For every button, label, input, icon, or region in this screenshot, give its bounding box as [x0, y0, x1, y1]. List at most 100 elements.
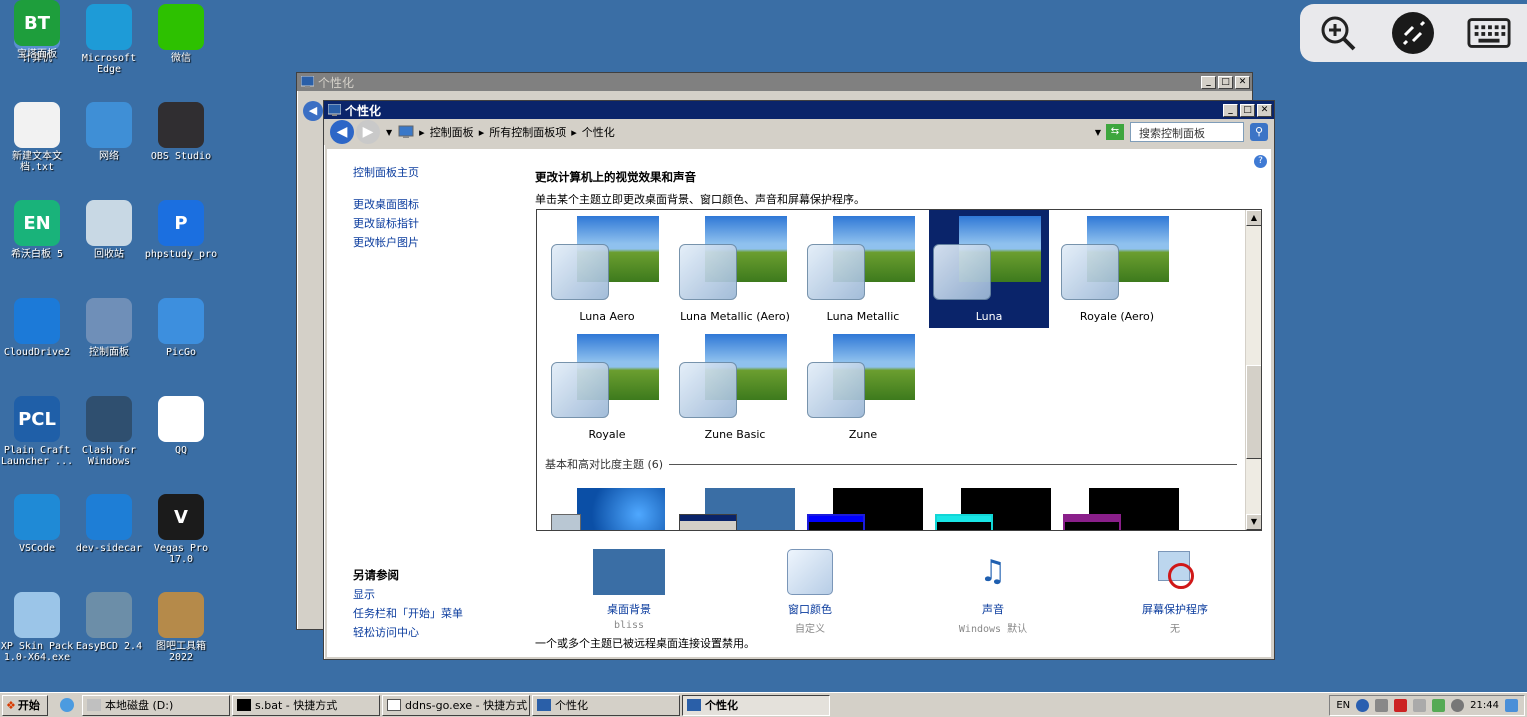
- desktop-icon[interactable]: CloudDrive2: [0, 298, 74, 358]
- change-desktop-icons-link[interactable]: 更改桌面图标: [353, 195, 513, 214]
- display-link[interactable]: 显示: [353, 585, 513, 604]
- desktop-icon[interactable]: Pphpstudy_pro: [144, 200, 218, 260]
- desktop-icon[interactable]: V Vegas Pro 17.0: [144, 494, 218, 565]
- help-icon[interactable]: ?: [1254, 155, 1267, 168]
- speaker-icon[interactable]: [1451, 699, 1465, 712]
- help-tray-icon[interactable]: [1356, 699, 1370, 712]
- scroll-down-button[interactable]: ▼: [1246, 514, 1261, 530]
- clouddrive-icon: [14, 298, 60, 344]
- theme-list-scrollbar[interactable]: ▲ ▼: [1245, 210, 1261, 530]
- desktop-icon[interactable]: 控制面板: [72, 298, 146, 358]
- ease-of-access-link[interactable]: 轻松访问中心: [353, 623, 513, 642]
- desktop-icon[interactable]: 回收站: [72, 200, 146, 260]
- theme-list[interactable]: Luna Aero Luna Metallic (Aero) Luna Metall…: [536, 209, 1262, 531]
- back-button[interactable]: ◀: [330, 120, 354, 144]
- desktop-icon[interactable]: 新建文本文 档.txt: [0, 102, 74, 173]
- basic-theme-high-contrast-3[interactable]: [1063, 488, 1179, 530]
- close-button[interactable]: ✕: [1257, 103, 1272, 117]
- minimize-button[interactable]: _: [1201, 75, 1216, 89]
- screensaver-label[interactable]: 屏幕保护程序: [1105, 601, 1245, 617]
- minimize-button[interactable]: _: [1223, 103, 1238, 117]
- keyboard-icon[interactable]: [1467, 11, 1511, 55]
- theme-tile[interactable]: Zune Basic: [675, 328, 795, 446]
- maximize-button[interactable]: □: [1240, 103, 1255, 117]
- task-local-disk[interactable]: 本地磁盘 (D:): [82, 694, 230, 716]
- desktop-icon-label: PicGo: [165, 347, 197, 358]
- task-personalization-2[interactable]: 个性化: [682, 694, 830, 716]
- sounds-item[interactable]: ♫ 声音 Windows 默认: [923, 549, 1063, 635]
- breadcrumb-all-items[interactable]: 所有控制面板项: [489, 124, 566, 140]
- breadcrumb[interactable]: ▸ 控制面板 ▸ 所有控制面板项 ▸ 个性化 ▼ ⇆: [398, 122, 1124, 142]
- breadcrumb-personalization[interactable]: 个性化: [582, 124, 615, 140]
- zoom-in-icon[interactable]: [1316, 11, 1360, 55]
- window-color-item[interactable]: 窗口颜色 自定义: [740, 549, 880, 635]
- search-input[interactable]: 搜索控制面板: [1130, 122, 1244, 142]
- theme-tile[interactable]: Zune: [803, 328, 923, 446]
- scroll-up-button[interactable]: ▲: [1246, 210, 1261, 226]
- desktop-icon[interactable]: dev-sidecar: [72, 494, 146, 554]
- desktop-icon[interactable]: EN 希沃白板 5: [0, 200, 74, 260]
- see-also-title: 另请参阅: [353, 568, 399, 582]
- back-window-titlebar[interactable]: 个性化 _ □ ✕: [297, 73, 1252, 91]
- personalize-icon: [537, 699, 551, 711]
- task-personalization-1[interactable]: 个性化: [532, 694, 680, 716]
- desktop-icon[interactable]: EasyBCD 2.4: [72, 592, 146, 652]
- clipboard-icon[interactable]: [1413, 699, 1427, 712]
- desktop-icon[interactable]: QQ: [144, 396, 218, 456]
- theme-tile[interactable]: Luna Aero: [547, 210, 667, 328]
- task-ddns-go[interactable]: ddns-go.exe - 快捷方式: [382, 694, 530, 716]
- change-mouse-pointers-link[interactable]: 更改鼠标指针: [353, 214, 513, 233]
- desktop-icon[interactable]: Microsoft Edge: [72, 4, 146, 75]
- theme-tile[interactable]: Royale (Aero): [1057, 210, 1177, 328]
- window-titlebar[interactable]: 个性化 _ □ ✕: [324, 101, 1274, 119]
- remote-connect-icon[interactable]: [1391, 11, 1435, 55]
- task-s-bat[interactable]: s.bat - 快捷方式: [232, 694, 380, 716]
- close-button[interactable]: ✕: [1235, 75, 1250, 89]
- basic-theme-high-contrast-2[interactable]: [935, 488, 1051, 530]
- theme-tile[interactable]: Royale: [547, 328, 667, 446]
- refresh-icon[interactable]: ⇆: [1106, 124, 1124, 140]
- desktop-icon[interactable]: PicGo: [144, 298, 218, 358]
- forward-button[interactable]: ▶: [356, 120, 380, 144]
- basic-theme-classic[interactable]: [679, 488, 795, 530]
- theme-tile[interactable]: Luna Metallic (Aero): [675, 210, 795, 328]
- desktop-icon[interactable]: 图吧工具箱 2022: [144, 592, 218, 663]
- desktop-icon[interactable]: 微信: [144, 4, 218, 64]
- desktop-icon[interactable]: XP Skin Pack 1.0-X64.exe: [0, 592, 74, 663]
- desktop-icon[interactable]: Clash for Windows: [72, 396, 146, 467]
- search-icon[interactable]: ⚲: [1250, 123, 1268, 141]
- history-dropdown-icon[interactable]: ▼: [386, 128, 392, 137]
- window-color-label[interactable]: 窗口颜色: [740, 601, 880, 617]
- theme-tile[interactable]: Luna Metallic: [803, 210, 923, 328]
- theme-tile[interactable]: Luna: [929, 210, 1049, 328]
- sounds-label[interactable]: 声音: [923, 601, 1063, 617]
- desktop-icon[interactable]: OBS Studio: [144, 102, 218, 162]
- back-arrow-icon[interactable]: ◀: [303, 101, 323, 121]
- desktop-icon-label: 宝塔面板: [17, 49, 57, 60]
- network-tray-icon[interactable]: [1432, 699, 1446, 712]
- start-button[interactable]: ❖ 开始: [2, 694, 48, 716]
- desktop-background-item[interactable]: 桌面背景 bliss: [559, 549, 699, 631]
- desktop-icon[interactable]: PCL Plain Craft Launcher ...: [0, 396, 74, 467]
- security-icon[interactable]: [1394, 699, 1408, 712]
- breadcrumb-control-panel[interactable]: 控制面板: [430, 124, 474, 140]
- screensaver-item[interactable]: 屏幕保护程序 无: [1105, 549, 1245, 635]
- control-panel-home-link[interactable]: 控制面板主页: [353, 163, 513, 182]
- basic-theme-windows7[interactable]: [551, 488, 665, 530]
- scrollbar-thumb[interactable]: [1246, 365, 1261, 459]
- maximize-button[interactable]: □: [1218, 75, 1233, 89]
- basic-theme-high-contrast-1[interactable]: [807, 488, 923, 530]
- change-account-picture-link[interactable]: 更改帐户图片: [353, 233, 513, 252]
- notification-icon[interactable]: [1505, 699, 1518, 712]
- desktop-icon[interactable]: BT 宝塔面板: [0, 0, 74, 60]
- desktop-background-label[interactable]: 桌面背景: [559, 601, 699, 617]
- system-tray: EN 21:44: [1329, 695, 1525, 716]
- tray-icon[interactable]: [1375, 699, 1389, 712]
- clock[interactable]: 21:44: [1470, 700, 1499, 711]
- taskbar-start-menu-link[interactable]: 任务栏和「开始」菜单: [353, 604, 513, 623]
- desktop-icon[interactable]: VSCode: [0, 494, 74, 554]
- ie-quicklaunch-icon[interactable]: [60, 698, 74, 712]
- desktop-icon[interactable]: 网络: [72, 102, 146, 162]
- language-indicator[interactable]: EN: [1336, 700, 1350, 711]
- address-dropdown-icon[interactable]: ▼: [1095, 128, 1101, 137]
